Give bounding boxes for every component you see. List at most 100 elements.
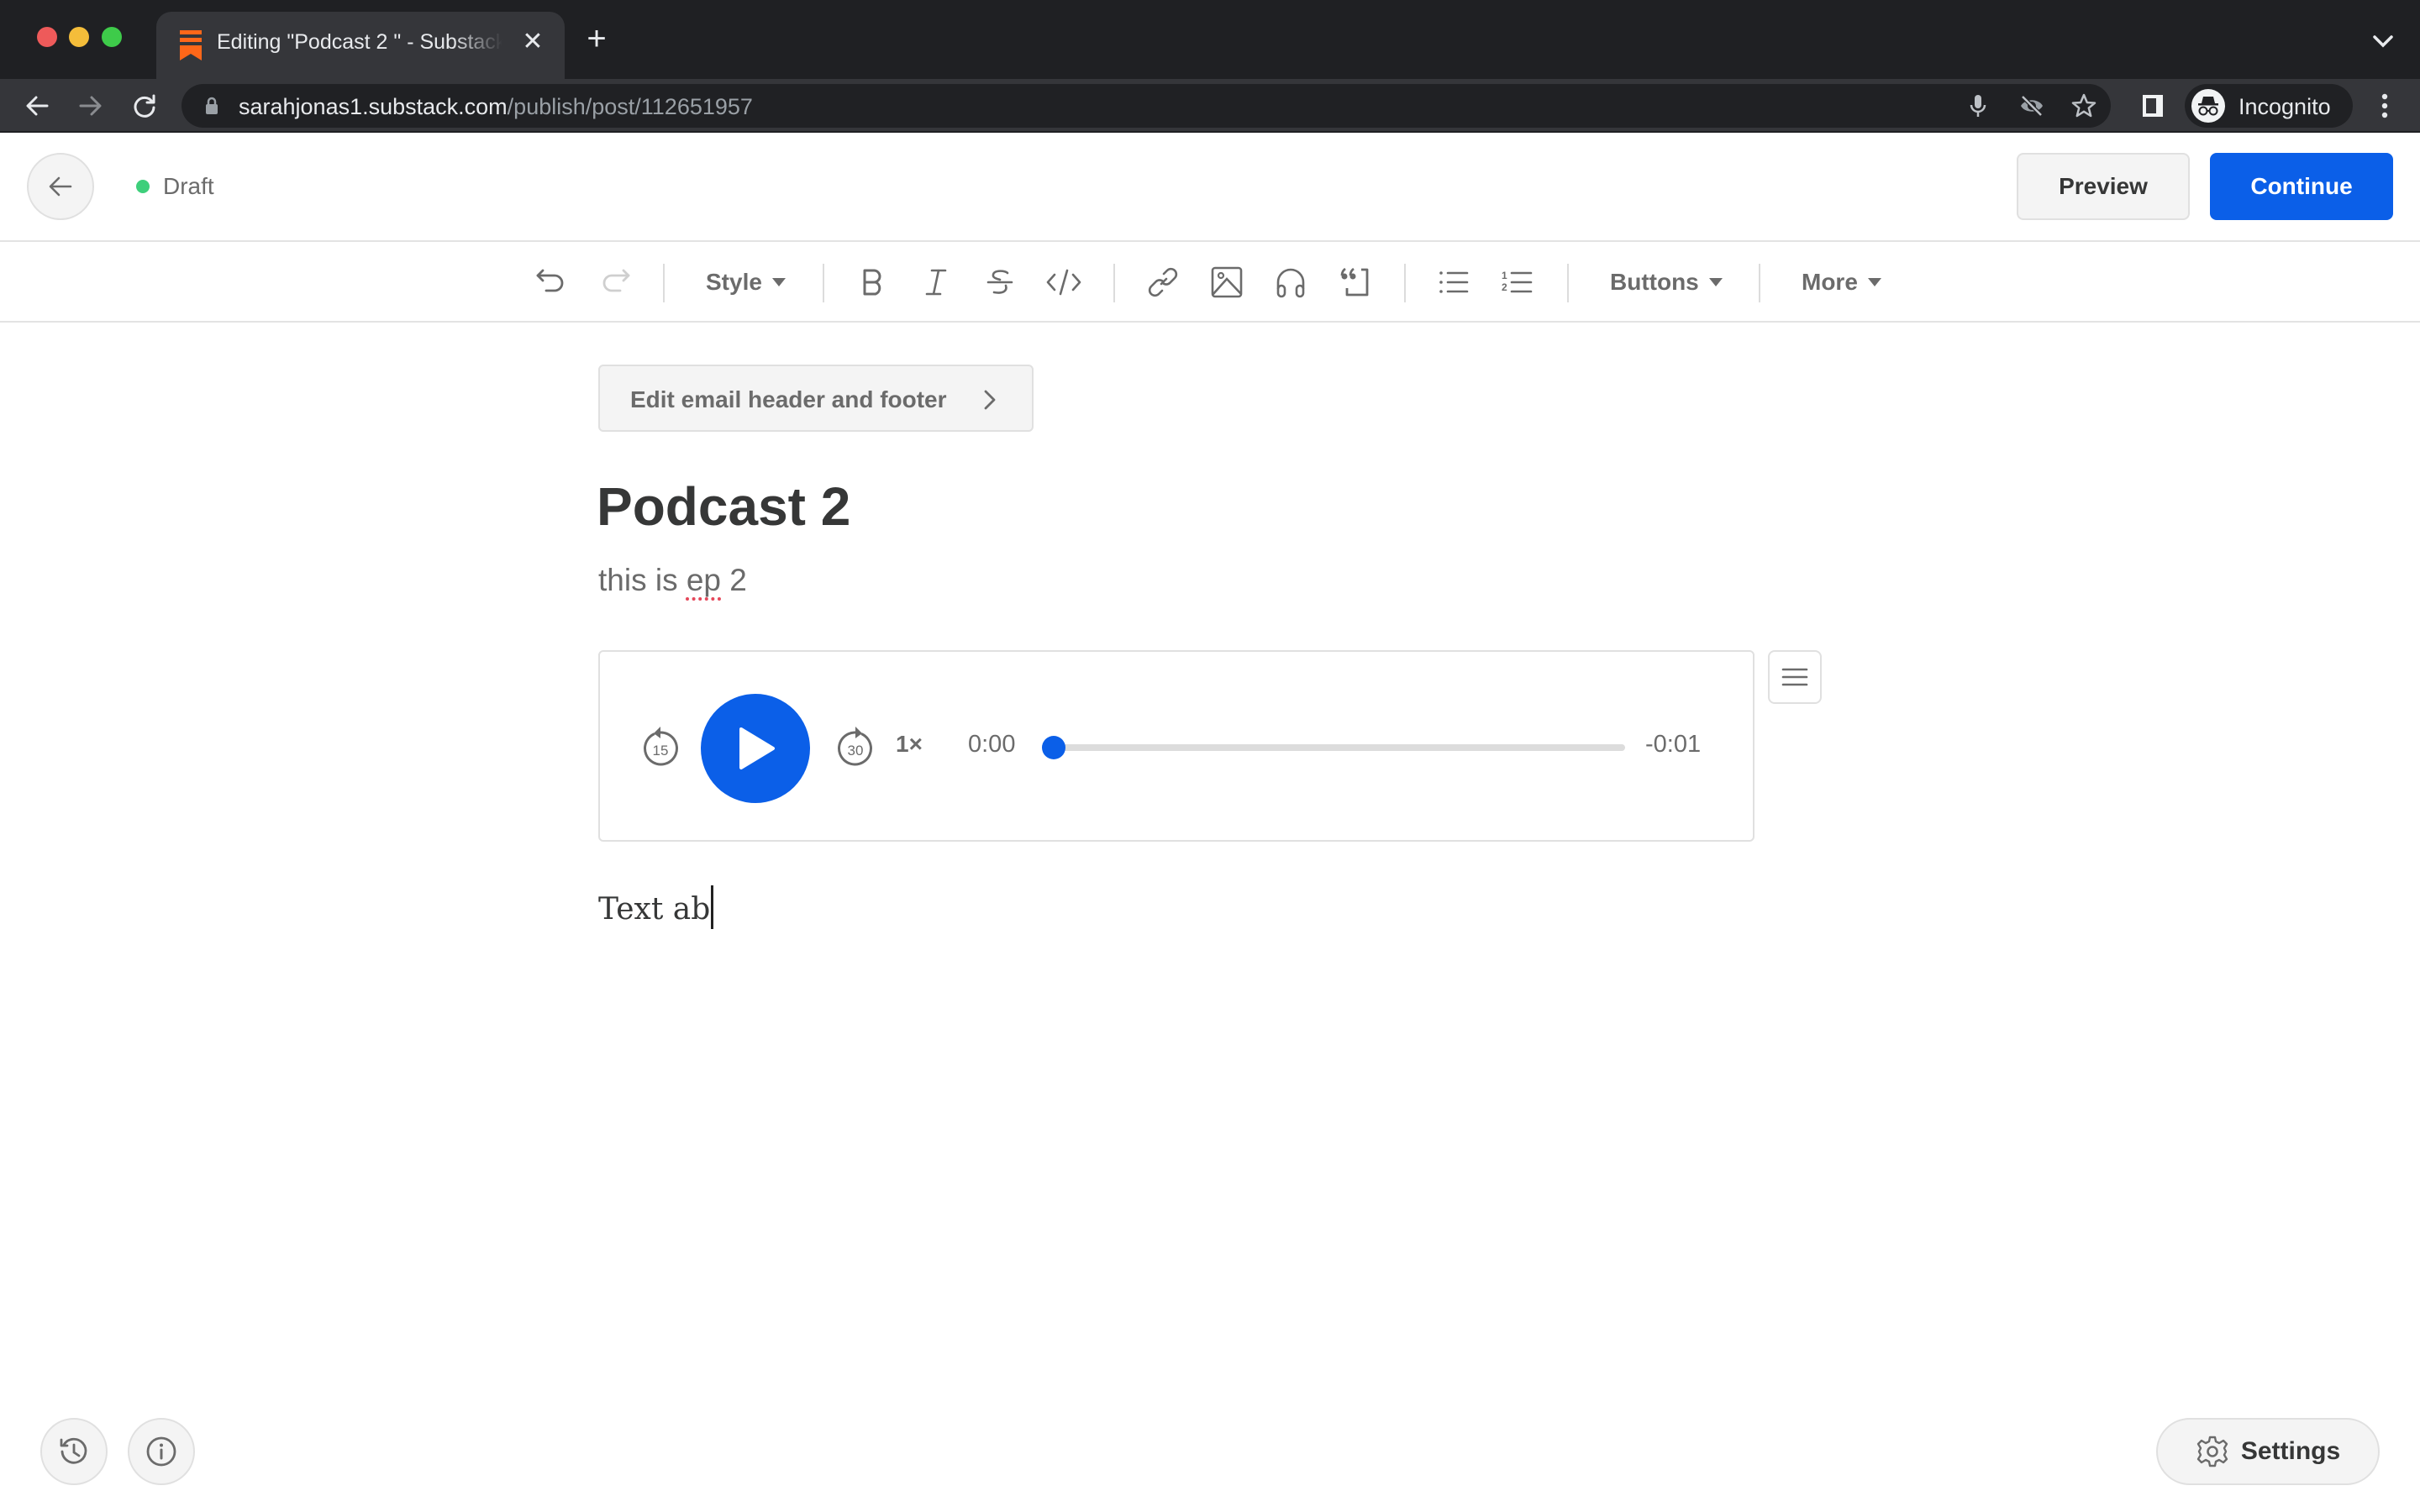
hamburger-menu-icon (1781, 668, 1808, 686)
bullet-list-icon (1439, 271, 1469, 293)
playback-speed-button[interactable]: 1× (896, 731, 923, 758)
style-dropdown-label: Style (706, 269, 762, 295)
reload-button[interactable] (126, 87, 163, 124)
editor-toolbar: Style 12 Buttons More (0, 242, 2420, 323)
info-icon (146, 1436, 176, 1467)
incognito-label: Incognito (2238, 94, 2331, 119)
settings-button[interactable]: Settings (2156, 1418, 2380, 1485)
star-icon (2071, 93, 2096, 118)
post-subtitle[interactable]: this is ep 2 (598, 563, 747, 598)
undo-icon (536, 269, 564, 292)
edit-email-header-footer-button[interactable]: Edit email header and footer (598, 365, 1034, 432)
redo-icon (602, 269, 630, 292)
status-dot (136, 180, 150, 193)
strikethrough-button[interactable] (980, 262, 1020, 302)
toolbar-divider (663, 264, 665, 302)
caret-down-icon (1867, 278, 1881, 286)
skip-forward-button[interactable]: 30 (834, 724, 877, 771)
microphone-button[interactable] (1965, 92, 1991, 119)
text-cursor (711, 885, 714, 929)
link-icon (1148, 267, 1178, 297)
undo-button[interactable] (531, 262, 571, 302)
svg-text:2: 2 (1502, 281, 1507, 293)
buttons-dropdown[interactable]: Buttons (1610, 262, 1723, 302)
lock-icon (206, 97, 218, 114)
skip-back-button[interactable]: 15 (639, 724, 682, 771)
back-button[interactable] (18, 87, 55, 124)
browser-toolbar: sarahjonas1.substack.com/publish/post/11… (0, 79, 2420, 133)
progress-scrubber-handle[interactable] (1042, 736, 1065, 759)
tab-title: Editing "Podcast 2 " - Substack (217, 30, 502, 54)
status-badge: Draft (163, 173, 214, 199)
italic-icon (925, 269, 947, 296)
skip-forward-30-icon: 30 (838, 727, 872, 766)
code-icon (1046, 269, 1081, 296)
post-info-button[interactable] (128, 1418, 195, 1485)
skip-back-15-icon: 15 (644, 727, 678, 766)
tab-search-chevron-icon[interactable] (2368, 29, 2398, 54)
remaining-time: -0:01 (1645, 731, 1702, 758)
new-tab-button[interactable]: + (580, 22, 613, 55)
reload-icon (134, 94, 155, 118)
body-text: Text ab (598, 892, 711, 927)
url-path: /publish/post/112651957 (507, 94, 753, 119)
version-history-button[interactable] (40, 1418, 108, 1485)
numbered-list-icon: 12 (1502, 270, 1533, 293)
image-button[interactable] (1207, 262, 1247, 302)
edit-email-header-footer-label: Edit email header and footer (630, 386, 947, 412)
italic-button[interactable] (916, 262, 956, 302)
bold-icon (863, 269, 881, 296)
post-title[interactable]: Podcast 2 (597, 475, 850, 538)
code-button[interactable] (1044, 262, 1084, 302)
url-text[interactable]: sarahjonas1.substack.com/publish/post/11… (239, 94, 753, 120)
forward-button[interactable] (72, 87, 109, 124)
play-icon (739, 727, 775, 769)
play-button[interactable] (701, 694, 810, 803)
strikethrough-icon (986, 270, 1013, 294)
redo-button[interactable] (595, 262, 635, 302)
window-zoom-button[interactable] (102, 27, 122, 47)
browser-tab-active[interactable]: Editing "Podcast 2 " - Substack ✕ (156, 12, 565, 79)
forward-icon (79, 96, 102, 116)
toolbar-divider (1113, 264, 1115, 302)
skip-forward-seconds: 30 (848, 743, 864, 759)
audio-button[interactable] (1270, 262, 1311, 302)
post-body-paragraph[interactable]: Text ab (598, 885, 714, 929)
incognito-profile-button[interactable]: Incognito (2185, 84, 2353, 128)
tab-close-button[interactable]: ✕ (518, 27, 548, 57)
buttons-dropdown-label: Buttons (1610, 269, 1699, 295)
link-button[interactable] (1143, 262, 1183, 302)
audio-player: 15 30 1× 0:00 -0:01 (598, 650, 1754, 842)
incognito-icon (2191, 89, 2225, 123)
address-bar[interactable]: sarahjonas1.substack.com/publish/post/11… (182, 84, 2111, 128)
window-close-button[interactable] (37, 27, 57, 47)
chevron-right-icon (984, 390, 996, 410)
bookmark-star-button[interactable] (2070, 92, 2097, 119)
back-icon (26, 96, 49, 116)
bold-button[interactable] (852, 262, 892, 302)
more-dropdown[interactable]: More (1802, 262, 1881, 302)
side-panel-icon[interactable] (2139, 92, 2166, 119)
image-icon (1211, 266, 1243, 298)
spellcheck-misspelled-word[interactable]: ep (687, 563, 721, 597)
url-host: sarahjonas1.substack.com (239, 94, 508, 119)
kebab-menu-icon[interactable] (2371, 91, 2398, 121)
audio-block-menu-button[interactable] (1768, 650, 1822, 704)
settings-label: Settings (2240, 1437, 2341, 1465)
preview-button[interactable]: Preview (2017, 153, 2190, 220)
tracking-protection-button[interactable] (2018, 92, 2045, 119)
back-to-dashboard-button[interactable] (27, 153, 94, 220)
style-dropdown[interactable]: Style (706, 262, 786, 302)
toolbar-divider (1759, 264, 1760, 302)
quote-icon (1340, 267, 1369, 297)
progress-track[interactable] (1042, 736, 1625, 759)
window-minimize-button[interactable] (69, 27, 89, 47)
substack-favicon-icon (180, 30, 202, 60)
more-dropdown-label: More (1802, 269, 1858, 295)
pull-quote-button[interactable] (1334, 262, 1375, 302)
continue-button[interactable]: Continue (2210, 153, 2393, 220)
gear-icon (2196, 1436, 2228, 1467)
numbered-list-button[interactable]: 12 (1497, 262, 1538, 302)
caret-down-icon (771, 278, 786, 286)
bullet-list-button[interactable] (1434, 262, 1474, 302)
